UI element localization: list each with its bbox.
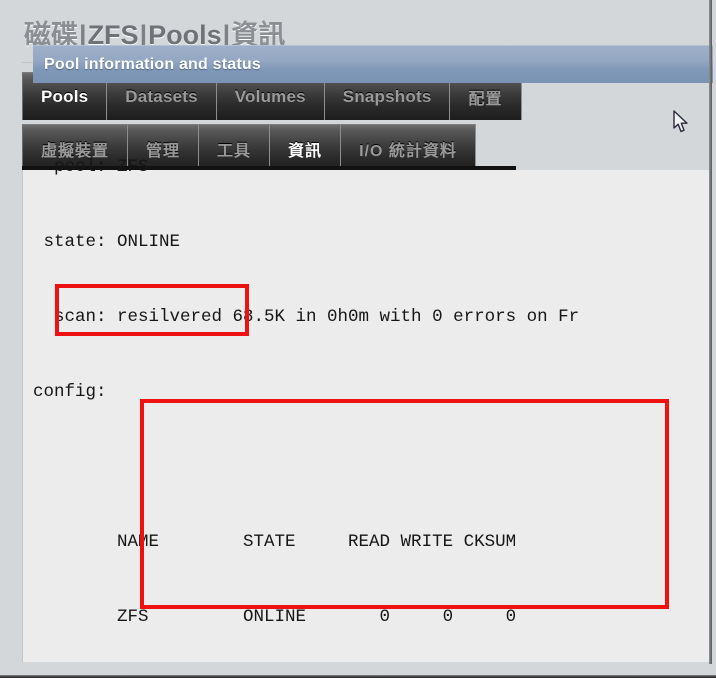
config-table-header: NAME STATE READ WRITE CKSUM — [33, 532, 517, 552]
panel-header-title: Pool information and status — [44, 55, 261, 73]
vertical-scrollbar[interactable] — [709, 0, 712, 664]
tab-pools-label: Pools — [41, 86, 89, 106]
tab-snapshots-label: Snapshots — [342, 86, 432, 106]
status-line-state: state: ONLINE — [33, 232, 181, 252]
mouse-cursor-icon — [673, 110, 688, 133]
status-line-blank-1 — [33, 455, 693, 480]
config-table-row: ZFS ONLINE 0 0 0 — [33, 607, 517, 627]
panel-header: Pool information and status — [33, 45, 713, 83]
tab-datasets-label: Datasets — [125, 86, 198, 106]
status-line-pool: pool: ZFS — [33, 157, 149, 177]
status-line-scan: scan: resilvered 68.5K in 0h0m with 0 er… — [33, 307, 580, 327]
pool-status-output: pool: ZFS state: ONLINE scan: resilvered… — [33, 105, 693, 678]
tab-volumes-label: Volumes — [234, 86, 306, 106]
screenshot-root: 磁碟|ZFS|Pools|資訊 Pools Datasets Volumes S… — [0, 0, 716, 678]
status-line-config: config: — [33, 382, 107, 402]
